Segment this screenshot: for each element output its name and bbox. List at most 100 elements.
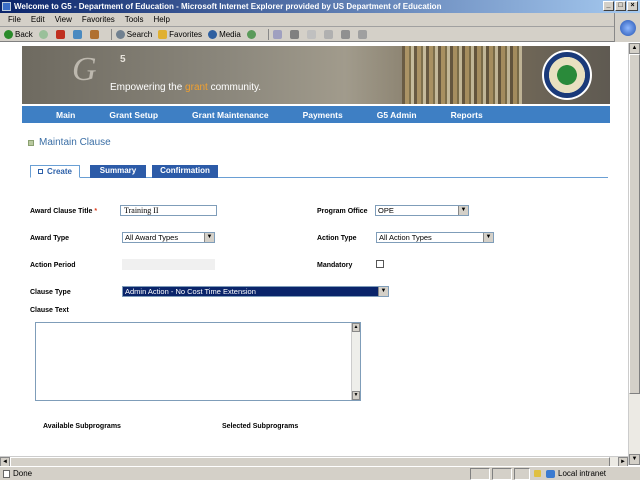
toolbar-separator	[110, 28, 112, 40]
mail-button[interactable]	[272, 29, 284, 39]
back-button[interactable]: Back	[4, 29, 33, 39]
banner-tagline: Empowering the grant community.	[110, 82, 261, 93]
award-clause-title-input[interactable]: Training II	[120, 205, 217, 216]
selected-subprograms-label: Selected Subprograms	[222, 423, 299, 430]
history-button[interactable]	[246, 29, 258, 39]
scroll-thumb[interactable]	[629, 54, 640, 394]
browser-toolbar: Back Search Favorites Media	[0, 27, 614, 42]
history-icon	[246, 29, 256, 39]
page-vertical-scrollbar[interactable]: ▲ ▼	[628, 43, 640, 465]
search-button[interactable]: Search	[115, 29, 152, 39]
nav-g5-admin[interactable]: G5 Admin	[377, 110, 417, 120]
print-button[interactable]	[289, 29, 301, 39]
award-type-value: All Award Types	[125, 233, 179, 242]
clause-type-select[interactable]: Admin Action - No Cost Time Extension ▼	[122, 286, 389, 297]
menu-edit[interactable]: Edit	[31, 15, 45, 24]
clause-text-scrollbar[interactable]: ▲ ▼	[351, 323, 360, 400]
forward-arrow-icon	[38, 29, 48, 39]
label-text: Award Clause Title	[30, 208, 93, 215]
window-title-bar: Welcome to G5 - Department of Education …	[0, 0, 640, 13]
print-icon	[289, 29, 299, 39]
maximize-button[interactable]: □	[615, 1, 626, 11]
page-icon	[3, 470, 10, 478]
messenger-icon	[340, 29, 350, 39]
discuss-icon	[323, 29, 333, 39]
tagline-highlight: grant	[185, 82, 208, 93]
refresh-button[interactable]	[72, 29, 84, 39]
nav-payments[interactable]: Payments	[303, 110, 343, 120]
menu-favorites[interactable]: Favorites	[82, 15, 115, 24]
tab-square-icon	[38, 169, 44, 175]
g5-banner: G 5 Empowering the grant community.	[22, 46, 610, 104]
refresh-icon	[72, 29, 82, 39]
close-button[interactable]: ×	[627, 1, 638, 11]
status-pane	[514, 468, 530, 480]
forward-button[interactable]	[38, 29, 50, 39]
menu-bar: File Edit View Favorites Tools Help	[0, 13, 640, 27]
mail-icon	[272, 29, 282, 39]
nav-main[interactable]: Main	[56, 110, 75, 120]
home-icon	[89, 29, 99, 39]
nav-reports[interactable]: Reports	[451, 110, 483, 120]
tab-summary[interactable]: Summary	[90, 165, 146, 178]
home-button[interactable]	[89, 29, 101, 39]
tab-confirmation[interactable]: Confirmation	[152, 165, 218, 178]
stop-icon	[55, 29, 65, 39]
back-label: Back	[15, 29, 33, 39]
tab-create-label: Create	[47, 167, 72, 176]
scroll-up-icon[interactable]: ▲	[629, 43, 640, 54]
media-button[interactable]: Media	[208, 29, 241, 39]
tab-strip: Create Summary Confirmation	[30, 165, 608, 178]
action-type-label: Action Type	[317, 235, 357, 242]
action-type-select[interactable]: All Action Types ▼	[376, 232, 494, 243]
chevron-down-icon: ▼	[204, 233, 214, 242]
menu-view[interactable]: View	[55, 15, 72, 24]
required-mark: *	[94, 208, 98, 215]
intranet-zone-icon	[546, 470, 555, 478]
department-seal-icon	[542, 50, 592, 100]
clause-text-area[interactable]: ▲ ▼	[35, 322, 361, 401]
scroll-down-icon[interactable]: ▼	[352, 391, 360, 400]
program-office-select[interactable]: OPE ▼	[375, 205, 469, 216]
status-pane	[492, 468, 512, 480]
g5-logo: G	[72, 51, 97, 88]
page-title-area: Maintain Clause	[28, 137, 111, 148]
edit-button[interactable]	[306, 29, 318, 39]
mandatory-checkbox[interactable]	[376, 260, 384, 268]
toolbar-separator	[267, 28, 269, 40]
scroll-down-icon[interactable]: ▼	[629, 454, 640, 465]
tab-create[interactable]: Create	[30, 165, 80, 178]
minimize-button[interactable]: _	[603, 1, 614, 11]
program-office-value: OPE	[378, 206, 394, 215]
status-bar: Done Local intranet	[0, 466, 640, 480]
tagline-part: Empowering the	[110, 82, 186, 93]
security-zone: Local intranet	[558, 469, 607, 478]
messenger-button[interactable]	[340, 29, 352, 39]
action-type-value: All Action Types	[379, 233, 432, 242]
tagline-part: community.	[207, 82, 262, 93]
stop-button[interactable]	[55, 29, 67, 39]
chevron-down-icon: ▼	[458, 206, 468, 215]
scroll-up-icon[interactable]: ▲	[352, 323, 360, 332]
award-type-label: Award Type	[30, 235, 70, 242]
favorites-star-icon	[158, 29, 168, 39]
available-subprograms-label: Available Subprograms	[43, 423, 121, 430]
research-button[interactable]	[357, 29, 369, 39]
discuss-button[interactable]	[323, 29, 335, 39]
award-clause-title-label: Award Clause Title *	[30, 208, 97, 215]
favorites-button[interactable]: Favorites	[158, 29, 202, 39]
media-label: Media	[219, 29, 241, 39]
nav-grant-setup[interactable]: Grant Setup	[109, 110, 158, 120]
menu-tools[interactable]: Tools	[125, 15, 144, 24]
clause-type-label: Clause Type	[30, 289, 71, 296]
nav-grant-maintenance[interactable]: Grant Maintenance	[192, 110, 269, 120]
ie-logo-icon	[619, 19, 636, 36]
menu-file[interactable]: File	[8, 15, 21, 24]
menu-help[interactable]: Help	[153, 15, 169, 24]
page-horizontal-scrollbar[interactable]: ◄ ►	[0, 456, 628, 467]
clause-text-label: Clause Text	[30, 307, 69, 314]
back-arrow-icon	[4, 29, 13, 39]
action-period-label: Action Period	[30, 262, 76, 269]
award-type-select[interactable]: All Award Types ▼	[122, 232, 215, 243]
edit-icon	[306, 29, 316, 39]
